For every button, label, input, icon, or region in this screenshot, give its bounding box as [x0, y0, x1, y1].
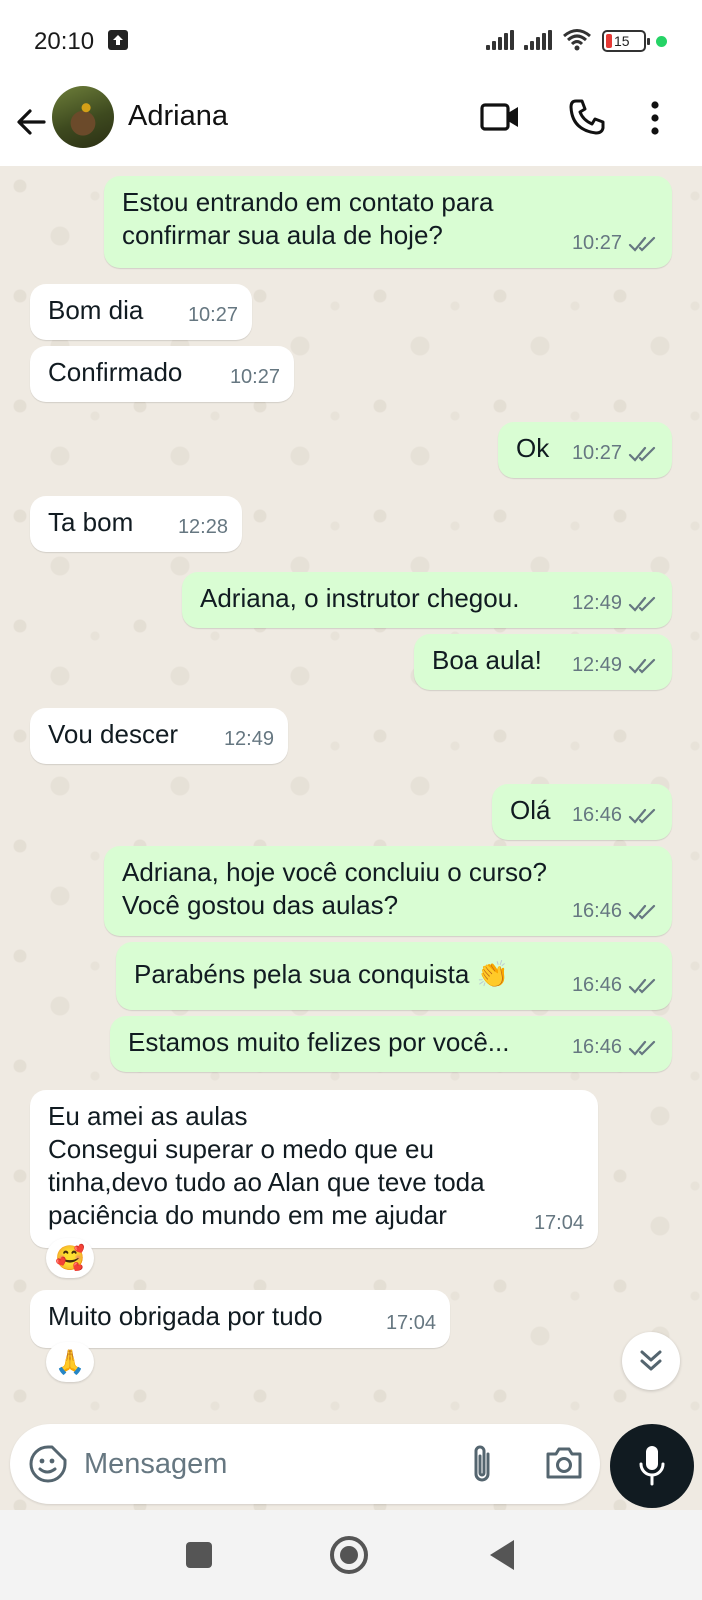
- message-bubble-outgoing[interactable]: Boa aula! 12:49: [414, 634, 672, 690]
- message-bubble-incoming[interactable]: Vou descer 12:49: [30, 708, 288, 764]
- paperclip-attach-icon[interactable]: [470, 1442, 494, 1486]
- home-button[interactable]: [330, 1536, 368, 1574]
- message-text: Adriana, o instrutor chegou.: [200, 583, 520, 613]
- message-text: Eu amei as aulas Consegui superar o medo…: [48, 1101, 485, 1230]
- read-ticks-icon: [628, 808, 656, 824]
- contact-avatar[interactable]: [52, 86, 114, 148]
- message-meta: 16:46: [572, 895, 658, 928]
- message-time: 16:46: [571, 900, 622, 922]
- message-time: 12:49: [571, 654, 622, 676]
- message-input[interactable]: [84, 1442, 384, 1486]
- message-bubble-outgoing[interactable]: Parabéns pela sua conquista 👏 16:46: [116, 942, 672, 1010]
- message-text: Ta bom: [48, 507, 134, 537]
- message-text: Adriana, hoje você concluiu o curso? Voc…: [122, 857, 547, 920]
- message-text: Parabéns pela sua conquista 👏: [134, 959, 509, 989]
- chat-header: Adriana: [0, 80, 702, 166]
- double-chevron-down-icon: [640, 1350, 662, 1371]
- message-bubble-outgoing[interactable]: Ok 10:27: [498, 422, 672, 478]
- read-ticks-icon: [628, 596, 656, 612]
- more-options-icon[interactable]: [650, 100, 660, 136]
- message-reaction[interactable]: 🥰: [46, 1238, 94, 1278]
- message-bubble-outgoing[interactable]: Estou entrando em contato para confirmar…: [104, 176, 672, 268]
- message-meta: 10:27: [572, 227, 658, 260]
- message-text: Olá: [510, 795, 551, 825]
- message-time: 10:27: [187, 304, 238, 326]
- message-bubble-outgoing[interactable]: Olá 16:46: [492, 784, 672, 840]
- message-text: Ok: [516, 433, 550, 463]
- message-time: 16:46: [571, 1036, 622, 1058]
- scroll-to-bottom-button[interactable]: [622, 1332, 680, 1390]
- message-bubble-incoming[interactable]: Bom dia 10:27: [30, 284, 252, 340]
- video-call-icon[interactable]: [480, 100, 520, 134]
- upload-notification-icon: [108, 30, 128, 50]
- read-ticks-icon: [628, 446, 656, 462]
- microphone-icon: [639, 1446, 665, 1486]
- camera-icon[interactable]: [544, 1446, 584, 1480]
- message-bubble-incoming[interactable]: Ta bom 12:28: [30, 496, 242, 552]
- read-ticks-icon: [628, 1040, 656, 1056]
- back-arrow-icon[interactable]: [12, 102, 52, 142]
- message-text: Bom dia: [48, 295, 144, 325]
- status-time: 20:10: [34, 28, 95, 55]
- signal-icon-sim2: [524, 30, 554, 50]
- message-time: 12:28: [177, 516, 228, 538]
- message-bubble-incoming[interactable]: Eu amei as aulas Consegui superar o medo…: [30, 1090, 598, 1248]
- signal-icon-sim1: [486, 30, 516, 50]
- system-back-button[interactable]: [490, 1540, 514, 1570]
- message-bubble-outgoing[interactable]: Adriana, o instrutor chegou. 12:49: [182, 572, 672, 628]
- message-time: 10:27: [571, 442, 622, 464]
- message-meta: 12:49: [224, 723, 274, 756]
- message-meta: 10:27: [188, 299, 238, 332]
- message-reaction[interactable]: 🙏: [46, 1342, 94, 1382]
- message-text: Muito obrigada por tudo: [48, 1301, 323, 1331]
- message-time: 10:27: [571, 232, 622, 254]
- contact-name[interactable]: Adriana: [128, 100, 228, 133]
- message-bubble-incoming[interactable]: Muito obrigada por tudo 17:04: [30, 1290, 450, 1348]
- message-meta: 16:46: [572, 969, 658, 1002]
- message-text: Estamos muito felizes por você...: [128, 1027, 510, 1057]
- message-bubble-outgoing[interactable]: Estamos muito felizes por você... 16:46: [110, 1016, 672, 1072]
- message-text: Vou descer: [48, 719, 179, 749]
- message-time: 16:46: [571, 974, 622, 996]
- message-time: 17:04: [385, 1312, 436, 1334]
- message-meta: 10:27: [230, 361, 280, 394]
- message-text: Confirmado: [48, 357, 183, 387]
- recents-button[interactable]: [186, 1542, 212, 1568]
- message-meta: 10:27: [572, 437, 658, 470]
- voice-message-button[interactable]: [610, 1424, 694, 1508]
- message-text: Boa aula!: [432, 645, 542, 675]
- message-bubble-incoming[interactable]: Confirmado 10:27: [30, 346, 294, 402]
- status-bar: 20:10 15: [0, 0, 702, 80]
- message-time: 10:27: [229, 366, 280, 388]
- message-time: 16:46: [571, 804, 622, 826]
- system-navigation-bar: [0, 1510, 702, 1600]
- message-time: 12:49: [223, 728, 274, 750]
- read-ticks-icon: [628, 236, 656, 252]
- message-bubble-outgoing[interactable]: Adriana, hoje você concluiu o curso? Voc…: [104, 846, 672, 936]
- read-ticks-icon: [628, 978, 656, 994]
- message-meta: 17:04: [534, 1207, 584, 1240]
- message-time: 17:04: [533, 1212, 584, 1234]
- battery-icon: 15: [602, 30, 650, 52]
- message-text: Estou entrando em contato para confirmar…: [122, 187, 494, 250]
- message-meta: 12:49: [572, 649, 658, 682]
- chat-messages-area[interactable]: Estou entrando em contato para confirmar…: [0, 166, 702, 1510]
- battery-level: 15: [614, 33, 630, 49]
- message-meta: 12:49: [572, 587, 658, 620]
- message-meta: 17:04: [386, 1307, 436, 1340]
- message-meta: 16:46: [572, 799, 658, 832]
- read-ticks-icon: [628, 904, 656, 920]
- privacy-indicator-dot: [656, 36, 667, 47]
- wifi-icon: [563, 29, 591, 51]
- message-meta: 12:28: [178, 511, 228, 544]
- message-meta: 16:46: [572, 1031, 658, 1064]
- message-composer: [10, 1424, 600, 1504]
- sticker-emoji-icon[interactable]: [28, 1444, 68, 1484]
- message-time: 12:49: [571, 592, 622, 614]
- voice-call-icon[interactable]: [568, 98, 606, 136]
- read-ticks-icon: [628, 658, 656, 674]
